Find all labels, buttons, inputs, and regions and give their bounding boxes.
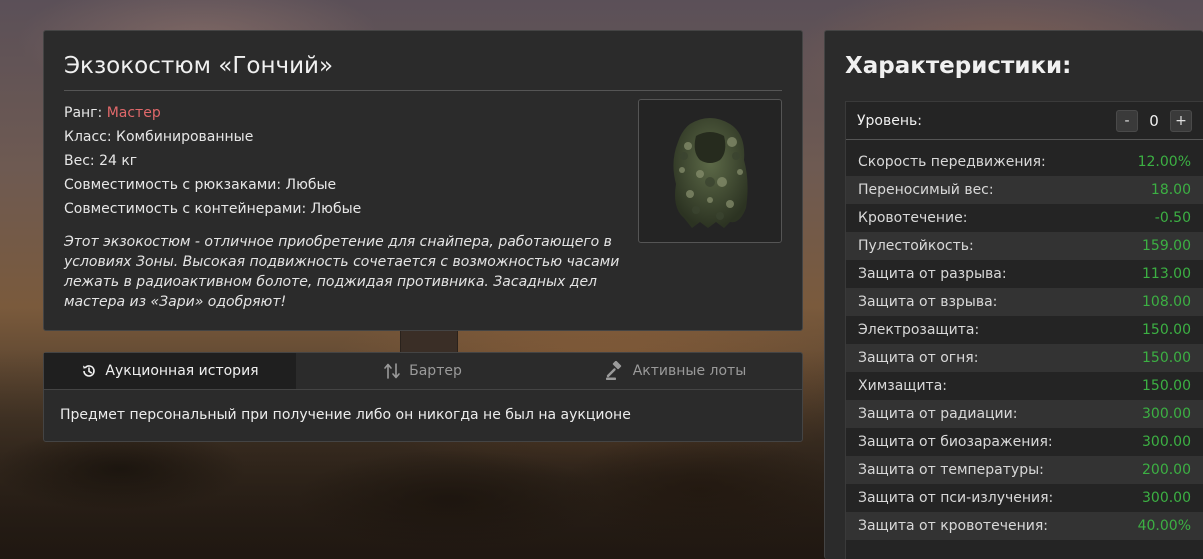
stat-row: Скорость передвижения: 12.00%: [846, 148, 1203, 176]
ghillie-suit-icon: [673, 118, 748, 228]
tab-content: Предмет персональный при получение либо …: [60, 407, 631, 423]
stat-row: Кровотечение: -0.50: [846, 204, 1203, 232]
stat-name: Защита от температуры:: [858, 462, 1044, 478]
stat-name: Защита от разрыва:: [858, 266, 1007, 282]
stat-name: Кровотечение:: [858, 210, 968, 226]
stat-name: Защита от биозаражения:: [858, 434, 1053, 450]
stat-value: -0.50: [1154, 210, 1191, 226]
stat-value: 150.00: [1142, 350, 1191, 366]
level-row: Уровень: - 0 +: [846, 102, 1203, 140]
stat-name: Защита от пси-излучения:: [858, 490, 1054, 506]
tab-active-lots[interactable]: Активные лоты: [549, 353, 802, 389]
stat-value: 40.00%: [1137, 518, 1191, 534]
stat-value: 12.00%: [1137, 154, 1191, 170]
level-increase-button[interactable]: +: [1170, 109, 1192, 132]
stat-row: Защита от радиации: 300.00: [846, 400, 1203, 428]
stat-value: 150.00: [1142, 322, 1191, 338]
stat-row: Переносимый вес: 18.00: [846, 176, 1203, 204]
stat-row: Пулестойкость: 159.00: [846, 232, 1203, 260]
history-icon: [83, 365, 96, 377]
rank-value: Мастер: [106, 105, 161, 121]
item-card: Экзокостюм «Гончий» Ранг: Мастер Класс: …: [43, 30, 803, 331]
backpack-compat-row: Совместимость с рюкзаками: Любые: [64, 177, 337, 193]
stat-name: Защита от кровотечения:: [858, 518, 1048, 534]
stat-value: 113.00: [1142, 266, 1191, 282]
stat-row: Электрозащита: 150.00: [846, 316, 1203, 344]
class-row: Класс: Комбинированные: [64, 129, 254, 145]
level-value: 0: [1149, 111, 1159, 130]
tab-barter-label: Бартер: [409, 363, 462, 379]
tab-auction-history-label: Аукционная история: [105, 363, 259, 379]
stat-value: 300.00: [1142, 490, 1191, 506]
stat-value: 300.00: [1142, 406, 1191, 422]
tab-bar: Аукционная история Бартер Активные лоты: [44, 353, 802, 390]
gavel-icon: [605, 361, 621, 380]
item-title: Экзокостюм «Гончий»: [64, 53, 334, 79]
stats-panel: Характеристики: Уровень: - 0 + Скорость …: [824, 30, 1203, 559]
stat-name: Химзащита:: [858, 378, 948, 394]
tab-barter[interactable]: Бартер: [296, 353, 549, 389]
container-compat-row: Совместимость с контейнерами: Любые: [64, 201, 362, 217]
item-description: Этот экзокостюм - отличное приобретение …: [64, 234, 620, 310]
weight-row: Вес: 24 кг: [64, 153, 138, 169]
stat-row: Защита от кровотечения: 40.00%: [846, 512, 1203, 540]
swap-arrows-icon: [384, 363, 400, 379]
background-tower: [400, 330, 458, 354]
item-properties: Ранг: Мастер Класс: Комбинированные Вес:…: [64, 101, 361, 221]
tab-active-lots-label: Активные лоты: [632, 363, 747, 379]
stat-name: Защита от взрыва:: [858, 294, 998, 310]
level-decrease-button[interactable]: -: [1116, 109, 1138, 132]
stat-name: Переносимый вес:: [858, 182, 994, 198]
tab-auction-history[interactable]: Аукционная история: [44, 353, 296, 389]
stat-name: Электрозащита:: [858, 322, 980, 338]
rank-row: Ранг: Мастер: [64, 101, 361, 125]
stat-name: Пулестойкость:: [858, 238, 974, 254]
rank-label: Ранг:: [64, 105, 103, 121]
stat-list: Скорость передвижения: 12.00% Переносимый …: [846, 148, 1203, 540]
auction-tabs-panel: Аукционная история Бартер Активные лоты …: [43, 352, 803, 442]
stats-title: Характеристики:: [845, 53, 1072, 79]
stat-value: 18.00: [1150, 182, 1191, 198]
level-label: Уровень:: [857, 112, 922, 129]
stat-row: Защита от огня: 150.00: [846, 344, 1203, 372]
stat-row: Защита от пси-излучения: 300.00: [846, 484, 1203, 512]
stat-row: Защита от температуры: 200.00: [846, 456, 1203, 484]
title-divider: [64, 90, 782, 91]
stat-name: Защита от огня:: [858, 350, 979, 366]
stat-name: Скорость передвижения:: [858, 154, 1046, 170]
stat-value: 300.00: [1142, 434, 1191, 450]
stat-value: 200.00: [1142, 462, 1191, 478]
stat-row: Защита от взрыва: 108.00: [846, 288, 1203, 316]
stat-value: 159.00: [1142, 238, 1191, 254]
stat-name: Защита от радиации:: [858, 406, 1018, 422]
stat-value: 108.00: [1142, 294, 1191, 310]
item-image: [638, 99, 782, 243]
stat-row: Химзащита: 150.00: [846, 372, 1203, 400]
stat-value: 150.00: [1142, 378, 1191, 394]
stats-box: Уровень: - 0 + Скорость передвижения: 12.…: [845, 101, 1203, 559]
stat-row: Защита от разрыва: 113.00: [846, 260, 1203, 288]
stat-row: Защита от биозаражения: 300.00: [846, 428, 1203, 456]
